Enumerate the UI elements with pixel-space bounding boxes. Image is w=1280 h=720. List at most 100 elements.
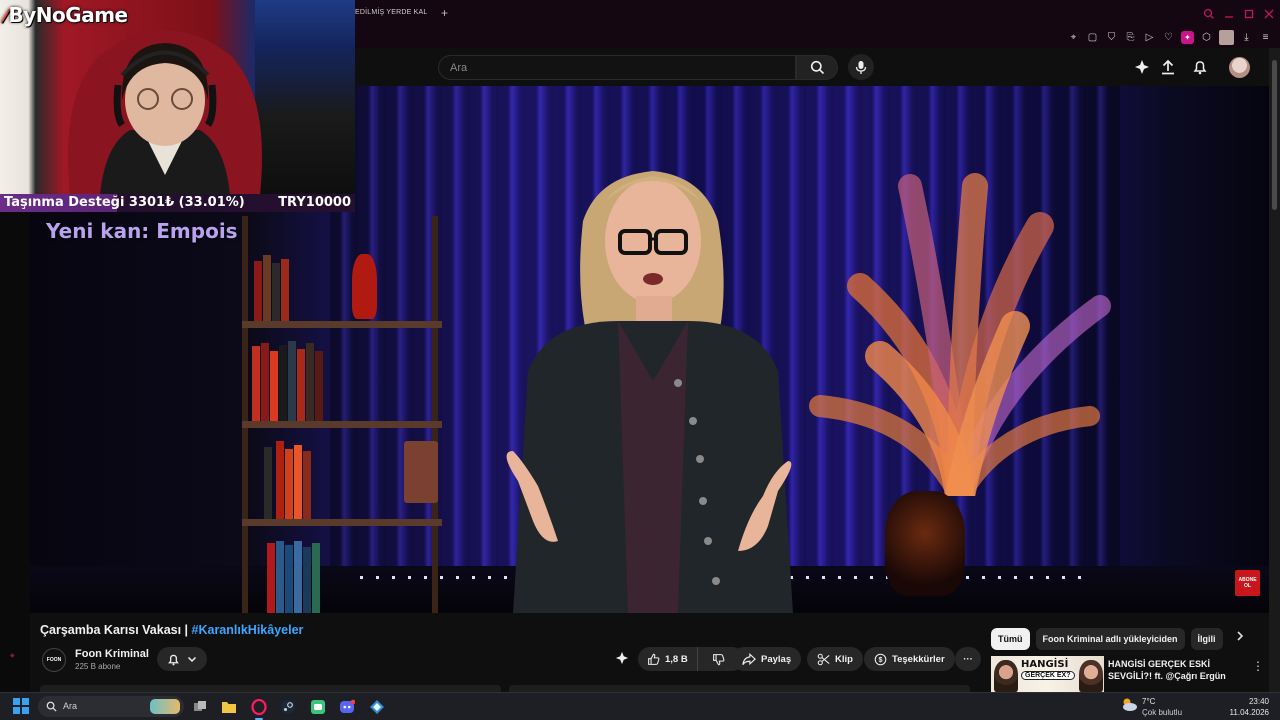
profile-avatar[interactable] — [1219, 29, 1234, 45]
video-details: Çarşamba Karısı Vakası | #KaranlıkHikâye… — [30, 613, 1269, 693]
search-input[interactable]: Ara — [438, 55, 796, 80]
search-icon[interactable] — [1203, 8, 1215, 20]
voice-search-button[interactable] — [848, 54, 874, 80]
shield-icon[interactable]: ⛉ — [1105, 31, 1118, 44]
browser-tab[interactable]: EDİLMİŞ YERDE KAL — [355, 9, 428, 16]
sidebar-mark: ◆ — [10, 653, 15, 659]
thanks-label: Teşekkürler — [892, 653, 945, 665]
streamer-figure — [68, 30, 262, 195]
pin-icon[interactable]: ⌖ — [1067, 31, 1080, 44]
search-highlight-image — [150, 699, 180, 714]
bell-icon — [167, 654, 179, 665]
recommended-video[interactable]: HANGİSİ GERÇEK EX? HANGİSİ GERÇEK ESKİ S… — [991, 656, 1264, 692]
streamer-webcam: ⁄ ByNoGame — [0, 0, 355, 195]
donation-goal: TRY10000 — [278, 195, 351, 210]
channel-name[interactable]: Foon Kriminal — [75, 648, 149, 660]
chip-related[interactable]: İlgili — [1190, 628, 1223, 650]
ask-sparkle-icon[interactable] — [615, 651, 629, 665]
windows-start-icon[interactable] — [13, 698, 29, 714]
new-subscriber-alert: Yeni kan: Empois — [46, 219, 238, 243]
system-clock[interactable]: 23:40 11.04.2026 — [1230, 696, 1269, 718]
weather-widget[interactable]: 7°C Çok bulutlu — [1120, 695, 1182, 718]
clock-date: 11.04.2026 — [1229, 708, 1269, 717]
game-app-icon[interactable] — [308, 697, 328, 717]
like-count: 1,8 B — [665, 653, 688, 665]
svg-text:$: $ — [878, 654, 882, 663]
snapshot-icon[interactable]: ▢ — [1086, 31, 1099, 44]
heart-icon[interactable]: ♡ — [1162, 31, 1175, 44]
opera-gx-icon[interactable] — [249, 697, 269, 720]
share-label: Paylaş — [761, 653, 792, 665]
search-placeholder: Ara — [450, 62, 468, 74]
thanks-button[interactable]: $ Teşekkürler — [864, 647, 955, 671]
thumbs-up-icon — [648, 653, 660, 665]
create-sparkle-icon[interactable] — [1133, 58, 1151, 76]
account-avatar[interactable] — [1229, 57, 1250, 78]
task-view-icon[interactable] — [190, 697, 210, 717]
messenger-icon[interactable]: ✦ — [1181, 30, 1194, 44]
windows-taskbar: Ara 7°C Çok bulutlu 23:40 11.04.2026 — [0, 692, 1280, 720]
page-scrollbar[interactable] — [1269, 48, 1280, 692]
tab-strip: EDİLMİŞ YERDE KAL + — [355, 0, 1280, 30]
microphone-icon — [855, 60, 867, 74]
presenter-figure — [506, 171, 793, 613]
chevron-right-icon[interactable] — [1235, 630, 1245, 642]
subscribe-badge[interactable]: ABONE OL — [1235, 570, 1260, 596]
weather-temperature: 7°C — [1142, 697, 1156, 706]
thumbnail-text: HANGİSİ — [1021, 659, 1069, 670]
extensions-icon[interactable]: ⬡ — [1200, 31, 1213, 44]
menu-icon[interactable]: ≡ — [1259, 31, 1272, 44]
share-button[interactable]: Paylaş — [732, 647, 802, 671]
notifications-bell-icon[interactable] — [1191, 58, 1209, 76]
channel-avatar[interactable]: FOON — [42, 648, 66, 672]
taskbar-search[interactable]: Ara — [38, 696, 184, 717]
video-title: Çarşamba Karısı Vakası | #KaranlıkHikâye… — [40, 623, 303, 637]
scrollbar-thumb[interactable] — [1272, 60, 1277, 210]
youtube-header: Ara — [355, 48, 1269, 86]
brand-name: ByNoGame — [8, 3, 129, 27]
search-button[interactable] — [796, 55, 838, 80]
dislike-button[interactable] — [703, 653, 734, 666]
thumbnail-subtext: GERÇEK EX? — [1021, 671, 1075, 680]
super-thanks-icon: $ — [874, 653, 887, 665]
upload-icon[interactable] — [1159, 58, 1177, 76]
recommendation-chips: Tümü Foon Kriminal adlı yükleyiciden İlg… — [991, 628, 1223, 650]
steam-icon[interactable] — [278, 697, 298, 717]
bookmark-icon[interactable]: ⎘ — [1124, 31, 1137, 44]
recommended-title[interactable]: HANGİSİ GERÇEK ESKİ SEVGİLİ?! ft. @Çağrı… — [1108, 658, 1248, 682]
file-explorer-icon[interactable] — [219, 697, 239, 717]
weather-condition: Çok bulutlu — [1142, 708, 1183, 717]
search-icon — [46, 701, 57, 712]
app-icon[interactable] — [367, 697, 387, 717]
new-tab-button[interactable]: + — [441, 6, 448, 20]
close-icon[interactable] — [1263, 8, 1275, 20]
bookshelf — [242, 216, 457, 613]
donation-progress-bar: Taşınma Desteği 3301₺ (33.01%) TRY10000 — [0, 194, 355, 212]
feather-icon: ⁄ — [4, 6, 7, 27]
cloudy-weather-icon — [1123, 698, 1137, 711]
minimize-icon[interactable] — [1223, 8, 1235, 20]
clip-button[interactable]: Klip — [807, 647, 863, 671]
chevron-down-icon — [188, 656, 197, 663]
maximize-icon[interactable] — [1243, 8, 1255, 20]
thumbs-down-icon — [712, 653, 725, 665]
discord-icon[interactable] — [337, 697, 357, 717]
subscription-bell-button[interactable] — [157, 647, 207, 671]
chip-all[interactable]: Tümü — [991, 628, 1030, 650]
play-icon[interactable]: ▷ — [1143, 31, 1156, 44]
video-title-text: Çarşamba Karısı Vakası | — [40, 623, 192, 637]
more-actions-button[interactable]: ··· — [955, 647, 981, 671]
recommended-thumbnail[interactable]: HANGİSİ GERÇEK EX? — [991, 656, 1104, 692]
pampas-grass-decor — [809, 173, 1111, 496]
chip-from-uploader[interactable]: Foon Kriminal adlı yükleyiciden — [1035, 628, 1185, 650]
download-icon[interactable]: ⤓ — [1240, 31, 1253, 44]
like-button[interactable]: 1,8 B — [638, 647, 698, 671]
thumbnail-face — [1079, 660, 1103, 692]
left-strip: ◆ — [0, 212, 30, 692]
video-hashtag-link[interactable]: #KaranlıkHikâyeler — [192, 623, 304, 637]
search-icon — [810, 60, 824, 75]
share-icon — [742, 652, 756, 665]
kebab-menu-icon[interactable]: ⋮ — [1252, 659, 1264, 673]
clock-time: 23:40 — [1248, 697, 1269, 706]
clip-label: Klip — [835, 653, 853, 665]
